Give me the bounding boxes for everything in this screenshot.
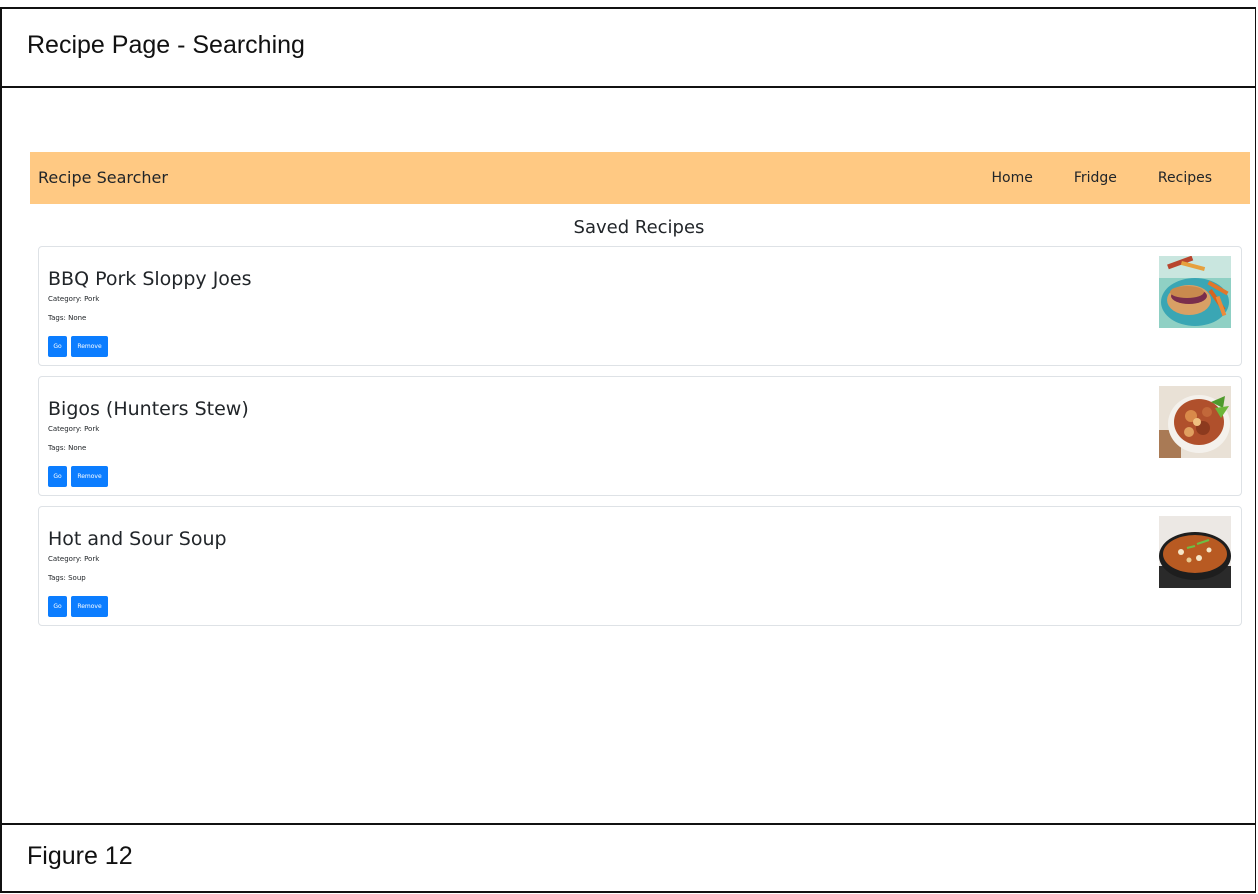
recipe-category: Category: Pork: [48, 295, 99, 303]
recipe-title: BBQ Pork Sloppy Joes: [48, 268, 252, 290]
remove-button[interactable]: Remove: [71, 466, 108, 487]
go-button[interactable]: Go: [48, 336, 67, 357]
category-value: Pork: [84, 425, 100, 433]
recipe-category: Category: Pork: [48, 555, 99, 563]
recipe-actions: Go Remove: [48, 466, 108, 487]
tags-label: Tags:: [48, 444, 69, 452]
go-button[interactable]: Go: [48, 466, 67, 487]
go-button[interactable]: Go: [48, 596, 67, 617]
nav-link-recipes[interactable]: Recipes: [1158, 170, 1212, 186]
nav-link-fridge[interactable]: Fridge: [1074, 170, 1117, 186]
figure-header: Recipe Page - Searching: [2, 9, 1255, 88]
stew-bowl-photo: [1159, 386, 1231, 458]
recipe-tags: Tags: Soup: [48, 574, 86, 582]
category-label: Category:: [48, 295, 85, 303]
recipe-category: Category: Pork: [48, 425, 99, 433]
category-label: Category:: [48, 425, 85, 433]
recipe-tags: Tags: None: [48, 314, 86, 322]
recipe-list: BBQ Pork Sloppy Joes Category: Pork Tags…: [38, 246, 1242, 636]
figure-footer: Figure 12: [2, 823, 1255, 891]
category-value: Pork: [84, 555, 100, 563]
category-value: Pork: [84, 295, 100, 303]
soup-pot-photo: [1159, 516, 1231, 588]
figure-caption: Figure 12: [27, 842, 133, 870]
nav-link-home[interactable]: Home: [991, 170, 1032, 186]
category-label: Category:: [48, 555, 85, 563]
recipe-card: Hot and Sour Soup Category: Pork Tags: S…: [38, 506, 1242, 626]
nav-links: Home Fridge Recipes: [950, 170, 1212, 186]
tags-value: Soup: [68, 574, 86, 582]
tags-value: None: [68, 444, 87, 452]
remove-button[interactable]: Remove: [71, 336, 108, 357]
top-navbar: Recipe Searcher Home Fridge Recipes: [30, 152, 1250, 204]
tags-label: Tags:: [48, 574, 69, 582]
page-heading: Saved Recipes: [573, 217, 705, 238]
recipe-card: Bigos (Hunters Stew) Category: Pork Tags…: [38, 376, 1242, 496]
recipe-title: Hot and Sour Soup: [48, 528, 227, 550]
recipe-actions: Go Remove: [48, 596, 108, 617]
remove-button[interactable]: Remove: [71, 596, 108, 617]
tags-value: None: [68, 314, 87, 322]
figure-title: Recipe Page - Searching: [27, 31, 305, 59]
recipe-card: BBQ Pork Sloppy Joes Category: Pork Tags…: [38, 246, 1242, 366]
recipe-title: Bigos (Hunters Stew): [48, 398, 249, 420]
sloppy-joe-photo: [1159, 256, 1231, 328]
tags-label: Tags:: [48, 314, 69, 322]
recipe-actions: Go Remove: [48, 336, 108, 357]
brand-link[interactable]: Recipe Searcher: [38, 168, 168, 187]
recipe-tags: Tags: None: [48, 444, 86, 452]
